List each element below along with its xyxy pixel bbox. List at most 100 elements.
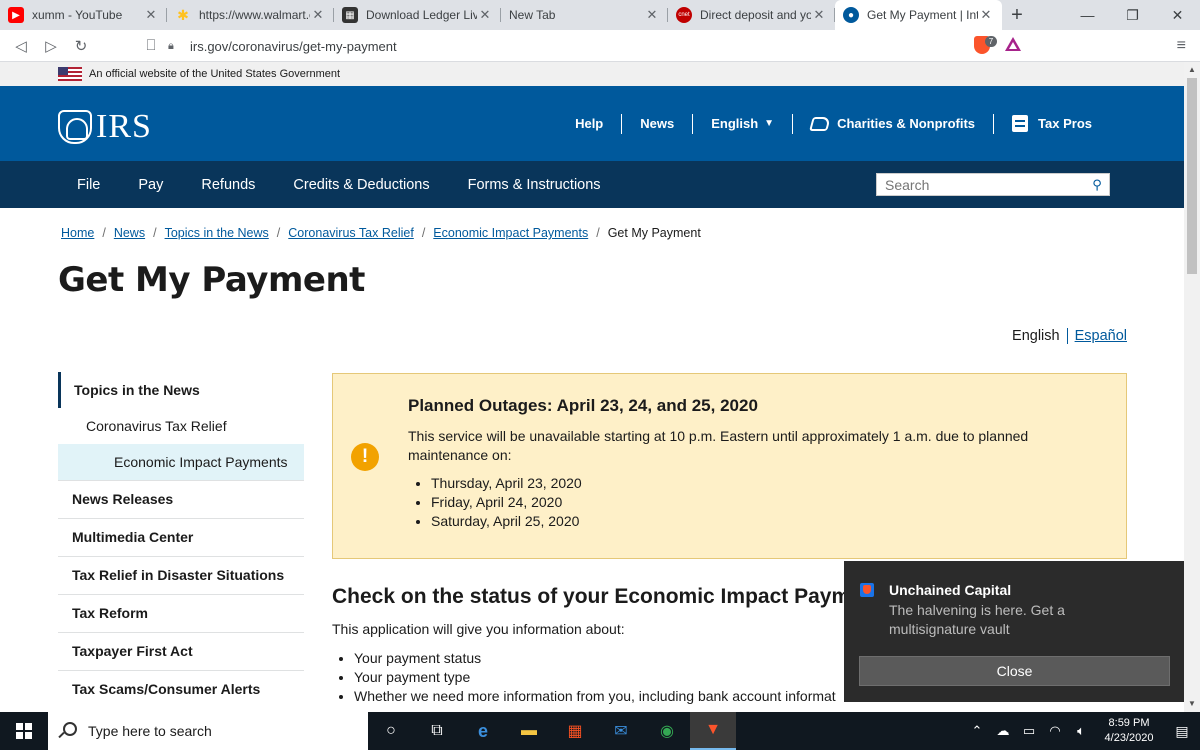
breadcrumb-coronavirus[interactable]: Coronavirus Tax Relief: [288, 226, 414, 240]
page-scrollbar[interactable]: ▲ ▼: [1184, 62, 1200, 712]
brave-taskbar-icon[interactable]: ▼: [690, 712, 736, 750]
breadcrumb-eip[interactable]: Economic Impact Payments: [433, 226, 588, 240]
nav-pay[interactable]: Pay: [119, 177, 182, 193]
restore-icon[interactable]: ❐: [1110, 0, 1155, 30]
onedrive-icon[interactable]: ☁: [990, 723, 1016, 739]
forward-icon[interactable]: ▷: [36, 31, 66, 61]
sidebar-item-multimedia[interactable]: Multimedia Center: [58, 518, 304, 556]
system-tray: ⌃ ☁ ▭ ◠ 🔈︎ 8:59 PM 4/23/2020 ▤: [964, 712, 1200, 750]
sidebar-item-tax-reform[interactable]: Tax Reform: [58, 594, 304, 632]
sidebar-heading[interactable]: Topics in the News: [58, 372, 304, 408]
close-tab-icon[interactable]: ✕: [143, 7, 159, 23]
close-window-icon[interactable]: ✕: [1155, 0, 1200, 30]
task-view-icon[interactable]: ⧉: [414, 712, 460, 750]
scroll-down-icon[interactable]: ▼: [1184, 696, 1200, 712]
sidebar-item-news-releases[interactable]: News Releases: [58, 480, 304, 518]
battery-icon[interactable]: ▭: [1016, 723, 1042, 739]
alert-title: Planned Outages: April 23, 24, and 25, 2…: [408, 396, 758, 415]
bookmark-icon[interactable]: ⎕: [136, 31, 166, 61]
taskbar-search-placeholder: Type here to search: [88, 723, 212, 739]
chrome-icon[interactable]: ◉: [644, 712, 690, 750]
irs-logo-text: IRS: [96, 108, 152, 145]
edge-icon[interactable]: e: [460, 712, 506, 750]
nav-forms-instructions[interactable]: Forms & Instructions: [449, 177, 620, 193]
sidebar-item-taxpayer-first[interactable]: Taxpayer First Act: [58, 632, 304, 670]
windows-logo-icon: [16, 723, 32, 739]
sidebar-item-eip[interactable]: Economic Impact Payments: [58, 444, 304, 480]
tab-title: https://www.walmart.com: [199, 8, 310, 22]
util-tax-pros[interactable]: Tax Pros: [993, 113, 1110, 134]
util-language[interactable]: English ▼: [692, 113, 792, 134]
clock[interactable]: 8:59 PM 4/23/2020: [1094, 716, 1164, 746]
sidebar-item-tax-scams[interactable]: Tax Scams/Consumer Alerts: [58, 670, 304, 708]
reload-icon[interactable]: ↻: [66, 31, 96, 61]
irs-eagle-icon: [58, 110, 92, 144]
breadcrumb-news[interactable]: News: [114, 226, 145, 240]
lock-icon: 🔒︎: [168, 39, 174, 52]
breadcrumb-separator: /: [596, 226, 600, 240]
nav-refunds[interactable]: Refunds: [182, 177, 274, 193]
search-input[interactable]: [877, 174, 1085, 195]
sidebar-item-disaster-relief[interactable]: Tax Relief in Disaster Situations: [58, 556, 304, 594]
util-tax-pros-label: Tax Pros: [1038, 116, 1092, 131]
close-tab-icon[interactable]: ✕: [644, 7, 660, 23]
close-tab-icon[interactable]: ✕: [477, 7, 493, 23]
lang-english: English: [1012, 328, 1068, 344]
util-charities[interactable]: Charities & Nonprofits: [792, 113, 993, 134]
chevron-up-icon[interactable]: ⌃: [964, 723, 990, 739]
action-center-icon[interactable]: ▤: [1164, 723, 1200, 740]
list-item: Saturday, April 25, 2020: [431, 512, 582, 531]
tab-title: xumm - YouTube: [32, 8, 123, 22]
scrollbar-thumb[interactable]: [1187, 78, 1197, 274]
list-item: Friday, April 24, 2020: [431, 493, 582, 512]
wifi-icon[interactable]: ◠: [1042, 723, 1068, 739]
toast-close-button[interactable]: Close: [859, 656, 1170, 686]
irs-logo[interactable]: IRS: [58, 108, 152, 146]
tab-title: Download Ledger Live: [366, 8, 477, 22]
close-tab-icon[interactable]: ✕: [310, 7, 326, 23]
nav-credits-deductions[interactable]: Credits & Deductions: [274, 177, 448, 193]
gov-banner-text: An official website of the United States…: [89, 68, 341, 80]
new-tab-button[interactable]: +: [1002, 0, 1032, 30]
util-help[interactable]: Help: [557, 114, 621, 134]
util-news[interactable]: News: [621, 113, 692, 134]
brave-rewards-icon[interactable]: [1005, 37, 1021, 51]
nav-file[interactable]: File: [58, 177, 119, 193]
taskbar-search[interactable]: Type here to search: [48, 712, 368, 750]
alert-message: This service will be unavailable startin…: [408, 428, 1029, 463]
browser-menu-icon[interactable]: ≡: [1177, 37, 1186, 55]
file-explorer-icon[interactable]: ▬: [506, 712, 552, 750]
volume-icon[interactable]: 🔈︎: [1068, 723, 1094, 739]
mail-icon[interactable]: ✉: [598, 712, 644, 750]
breadcrumb: Home / News / Topics in the News / Coronavirus…: [61, 226, 701, 240]
util-news-label: News: [640, 116, 675, 131]
search-icon[interactable]: ⚲: [1085, 177, 1109, 193]
tab-youtube[interactable]: ▶ xumm - YouTube ✕: [0, 0, 167, 30]
start-button[interactable]: [0, 712, 48, 750]
breadcrumb-home[interactable]: Home: [61, 226, 94, 240]
status-intro: This application will give you informati…: [332, 621, 625, 637]
tab-ledger[interactable]: ▦ Download Ledger Live ✕: [334, 0, 501, 30]
address-bar[interactable]: 🔒︎ irs.gov/coronavirus/get-my-payment: [168, 33, 1028, 59]
tab-new-tab[interactable]: New Tab ✕: [501, 0, 668, 30]
minimize-icon[interactable]: —: [1065, 0, 1110, 30]
tab-irs-active[interactable]: ● Get My Payment | Inte ✕: [835, 0, 1002, 30]
breadcrumb-topics[interactable]: Topics in the News: [165, 226, 269, 240]
back-icon[interactable]: ◁: [6, 31, 36, 61]
status-bullet-list: Your payment status Your payment type Wh…: [354, 649, 836, 706]
browser-tab-strip: ▶ xumm - YouTube ✕ ✱ https://www.walmart…: [0, 0, 1200, 30]
lang-spanish[interactable]: Español: [1068, 328, 1127, 344]
sidebar-item-coronavirus[interactable]: Coronavirus Tax Relief: [58, 408, 304, 444]
windows-taskbar: Type here to search ○ ⧉ e ▬ ▦ ✉ ◉ ▼ ⌃ ☁ …: [0, 712, 1200, 750]
tab-walmart[interactable]: ✱ https://www.walmart.com ✕: [167, 0, 334, 30]
close-tab-icon[interactable]: ✕: [811, 7, 827, 23]
list-item: Your payment status: [354, 649, 836, 668]
store-icon[interactable]: ▦: [552, 712, 598, 750]
window-controls: — ❐ ✕: [1065, 0, 1200, 30]
cortana-icon[interactable]: ○: [368, 712, 414, 750]
tab-cnet[interactable]: cnet Direct deposit and you ✕: [668, 0, 835, 30]
close-tab-icon[interactable]: ✕: [978, 7, 994, 23]
alert-date-list: Thursday, April 23, 2020 Friday, April 2…: [431, 474, 582, 531]
irs-icon: ●: [843, 7, 859, 23]
scroll-up-icon[interactable]: ▲: [1184, 62, 1200, 78]
